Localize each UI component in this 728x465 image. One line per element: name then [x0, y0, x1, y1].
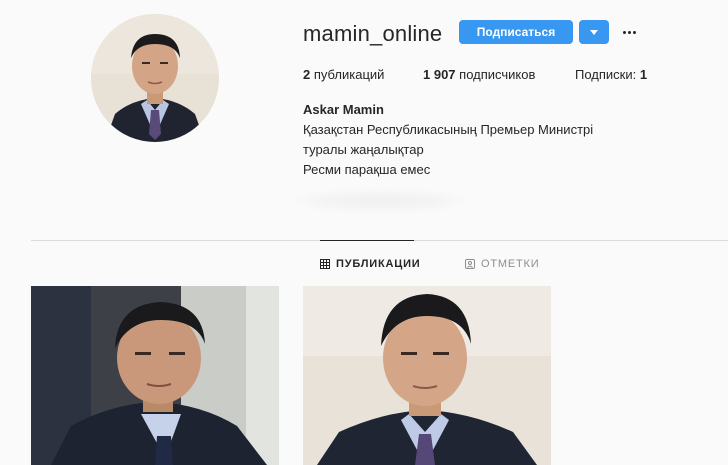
bio-line: Ресми парақша емес: [303, 162, 431, 177]
posts-count: 2: [303, 67, 311, 82]
followers-stat[interactable]: 1 907 подписчиков: [423, 67, 535, 83]
followers-count: 1 907: [423, 67, 456, 82]
more-dots-icon: [627, 30, 631, 34]
more-dots-icon: [632, 30, 636, 34]
posts-count-stat: 2 публикаций: [303, 67, 384, 83]
more-dots-icon: [622, 30, 626, 34]
suggestions-dropdown-button[interactable]: [579, 20, 609, 44]
following-label: Подписки:: [575, 67, 637, 82]
following-stat[interactable]: Подписки: 1: [575, 67, 647, 83]
bio-line: Қазақстан Республикасының Премьер Минист…: [303, 122, 594, 137]
following-count: 1: [639, 67, 648, 82]
profile-avatar[interactable]: [91, 14, 219, 142]
tab-publications-label: ПУБЛИКАЦИИ: [336, 258, 421, 270]
tag-icon: [465, 259, 475, 269]
tab-tagged-label: ОТМЕТКИ: [481, 258, 540, 270]
post-thumbnail[interactable]: [31, 286, 279, 465]
blurred-link: [296, 190, 464, 212]
more-options-button[interactable]: [618, 20, 640, 44]
bio-line: туралы жаңалықтар: [303, 142, 424, 157]
profile-username: mamin_online: [303, 21, 443, 46]
bio-full-name: Askar Mamin: [303, 102, 384, 117]
follow-button[interactable]: Подписаться: [459, 20, 573, 44]
active-tab-indicator: [320, 240, 414, 241]
chevron-down-icon: [590, 29, 598, 35]
grid-icon: [320, 259, 330, 269]
post-thumbnail[interactable]: [303, 286, 551, 465]
posts-label: публикаций: [313, 67, 385, 82]
tab-tagged[interactable]: ОТМЕТКИ: [465, 258, 539, 270]
followers-label: подписчиков: [459, 67, 536, 82]
tab-publications[interactable]: ПУБЛИКАЦИИ: [320, 258, 421, 270]
